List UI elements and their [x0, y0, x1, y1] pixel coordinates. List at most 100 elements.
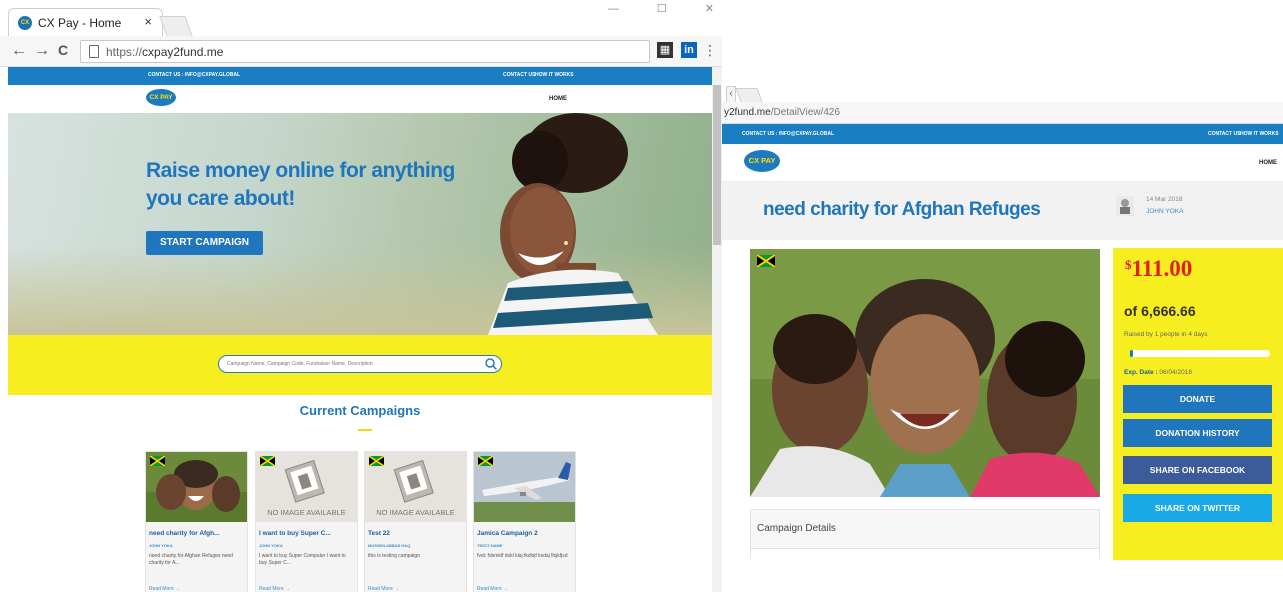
donation-panel: $111.00 of 6,666.66 Raised by 1 people i… — [1113, 248, 1283, 560]
jamaica-flag-icon — [369, 456, 384, 466]
campaign-card[interactable]: NO IMAGE AVAILABLE I want to buy Super C… — [255, 451, 358, 592]
page-info-icon[interactable] — [89, 45, 99, 58]
cxpay-logo[interactable]: CX PAY — [744, 150, 780, 172]
url-input[interactable]: https://cxpay2fund.me — [80, 40, 650, 63]
campaign-title[interactable]: Test 22 — [368, 530, 464, 537]
scrollbar-thumb[interactable] — [713, 85, 721, 245]
minimize-icon[interactable]: — — [608, 3, 619, 15]
campaign-title: need charity for Afghan Refuges — [763, 199, 1041, 220]
how-it-works-link[interactable]: HOW IT WORKS — [1240, 131, 1279, 137]
share-twitter-button[interactable]: SHARE ON TWITTER — [1123, 494, 1272, 522]
film-icon[interactable]: ▦ — [657, 42, 673, 58]
campaign-author: MUSSEN ABBAS HAQ — [368, 543, 411, 548]
campaign-description: this is testing campaign — [368, 553, 420, 559]
search-icon[interactable] — [484, 357, 498, 371]
contact-email[interactable]: CONTACT US : INFO@CXPAY.GLOBAL — [148, 72, 240, 78]
jamaica-flag-icon — [757, 255, 775, 267]
campaign-card[interactable]: Jamica Campaign 2 TESTZ NAME fvdc fdsmkl… — [473, 451, 576, 592]
avatar — [1116, 196, 1134, 216]
url-text: https://cxpay2fund.me — [106, 45, 224, 59]
campaign-author: TESTZ NAME — [477, 543, 503, 548]
tab-detail[interactable]: ‹ — [726, 86, 736, 102]
goal-amount: of 6,666.66 — [1124, 303, 1196, 319]
progress-fill — [1130, 350, 1133, 357]
search-band — [8, 335, 712, 395]
home-link[interactable]: HOME — [1259, 160, 1277, 166]
maximize-icon[interactable]: ☐ — [657, 2, 667, 15]
share-facebook-button[interactable]: SHARE ON FACEBOOK — [1123, 456, 1272, 484]
donation-history-button[interactable]: DONATION HISTORY — [1123, 419, 1272, 447]
campaign-author: JOHN YOKA — [259, 543, 283, 548]
tab-strip: CX CX Pay - Home × — ☐ ✕ — [0, 0, 722, 36]
campaign-details-label: Campaign Details — [757, 523, 836, 534]
amount-raised: $111.00 — [1125, 256, 1193, 281]
browser-window-home: CX CX Pay - Home × — ☐ ✕ ← → C https://cxp… — [0, 0, 722, 592]
tab-cxpay-home[interactable]: CX CX Pay - Home × — [8, 8, 163, 36]
campaign-description: need charity for Afghan Refuges need cha… — [149, 553, 233, 566]
hero-title: Raise money online for anything you care… — [146, 159, 455, 210]
contact-us-link[interactable]: CONTACT US — [503, 72, 535, 78]
url-input[interactable]: y2fund.me/DetailView/426 — [724, 107, 840, 118]
expiry-date: Exp. Date : 06/04/2018 — [1124, 369, 1192, 376]
home-page: CONTACT US : INFO@CXPAY.GLOBAL CONTACT U… — [8, 67, 712, 592]
window-controls: — ☐ ✕ — [570, 2, 714, 15]
campaign-author[interactable]: JOHN YOKA — [1146, 208, 1183, 215]
close-window-icon[interactable]: ✕ — [705, 2, 714, 15]
favicon-icon: CX — [18, 16, 32, 30]
jamaica-flag-icon — [260, 456, 275, 466]
contact-email[interactable]: CONTACT US : INFO@CXPAY.GLOBAL — [742, 131, 834, 137]
read-more-link[interactable]: Read More → — [259, 586, 290, 592]
contact-bar: CONTACT US : INFO@CXPAY.GLOBAL CONTACT U… — [8, 67, 712, 85]
site-nav: CX PAY HOME — [8, 85, 712, 113]
address-bar-row: y2fund.me/DetailView/426 — [722, 102, 1283, 124]
details-body — [750, 549, 1100, 559]
campaign-description: I want to buy Super Computer I want to b… — [259, 553, 346, 566]
no-image-text: NO IMAGE AVAILABLE — [376, 508, 455, 517]
donate-button[interactable]: DONATE — [1123, 385, 1272, 413]
campaign-description: fvdc fdsmklf dskl klaj fkdlsjf ksdaj lfs… — [477, 553, 568, 559]
campaign-details-panel: Campaign Details — [750, 509, 1100, 549]
campaign-search-input[interactable] — [218, 355, 502, 373]
contact-bar: CONTACT US : INFO@CXPAY.GLOBAL CONTACT U… — [722, 124, 1283, 144]
read-more-link[interactable]: Read More → — [149, 586, 180, 592]
campaign-title[interactable]: need charity for Afgh... — [149, 530, 245, 537]
address-bar-row: ← → C https://cxpay2fund.me ▦ in ⋮ — [0, 36, 722, 67]
campaign-card[interactable]: need charity for Afgh... JOHN YOKA need … — [145, 451, 248, 592]
campaign-card[interactable]: NO IMAGE AVAILABLE Test 22 MUSSEN ABBAS … — [364, 451, 467, 592]
read-more-link[interactable]: Read More → — [368, 586, 399, 592]
title-divider — [358, 429, 372, 431]
progress-bar — [1130, 350, 1270, 357]
contact-us-link[interactable]: CONTACT US — [1208, 131, 1240, 137]
current-campaigns-title: Current Campaigns — [299, 403, 421, 418]
site-nav: CX PAY HOME — [722, 144, 1283, 182]
hero-woman-image — [488, 113, 658, 335]
no-image-text: NO IMAGE AVAILABLE — [267, 508, 346, 517]
campaign-title[interactable]: I want to buy Super C... — [259, 530, 355, 537]
tab-strip: ‹ — [722, 84, 1283, 102]
jamaica-flag-icon — [478, 456, 493, 466]
user-avatar-icon — [1120, 199, 1130, 214]
new-tab-button[interactable] — [159, 16, 193, 36]
cxpay-logo[interactable]: CX PAY — [146, 89, 176, 106]
read-more-link[interactable]: Read More → — [477, 586, 508, 592]
reload-icon[interactable]: C — [58, 42, 68, 58]
forward-arrow-icon[interactable]: → — [34, 42, 50, 60]
back-arrow-icon[interactable]: ← — [11, 42, 27, 60]
hero-banner: Raise money online for anything you care… — [8, 113, 712, 335]
raised-summary: Raised by 1 people in 4 days — [1124, 331, 1208, 338]
start-campaign-button[interactable]: START CAMPAIGN — [146, 231, 263, 255]
browser-window-detail: ‹ y2fund.me/DetailView/426 CONTACT US : … — [722, 84, 1283, 592]
menu-icon[interactable]: ⋮ — [702, 42, 718, 58]
linkedin-icon[interactable]: in — [681, 42, 697, 58]
tab-title: CX Pay - Home — [38, 16, 122, 30]
how-it-works-link[interactable]: HOW IT WORKS — [535, 72, 574, 78]
campaign-title[interactable]: Jamica Campaign 2 — [477, 530, 573, 537]
vertical-scrollbar[interactable] — [712, 67, 722, 592]
campaign-photo — [750, 249, 1100, 497]
campaign-date: 14 Mar 2018 — [1146, 196, 1183, 203]
campaign-author: JOHN YOKA — [149, 543, 173, 548]
jamaica-flag-icon — [150, 456, 165, 466]
new-tab-button[interactable] — [735, 88, 763, 102]
close-tab-icon[interactable]: × — [144, 14, 152, 29]
home-link[interactable]: HOME — [549, 96, 567, 102]
